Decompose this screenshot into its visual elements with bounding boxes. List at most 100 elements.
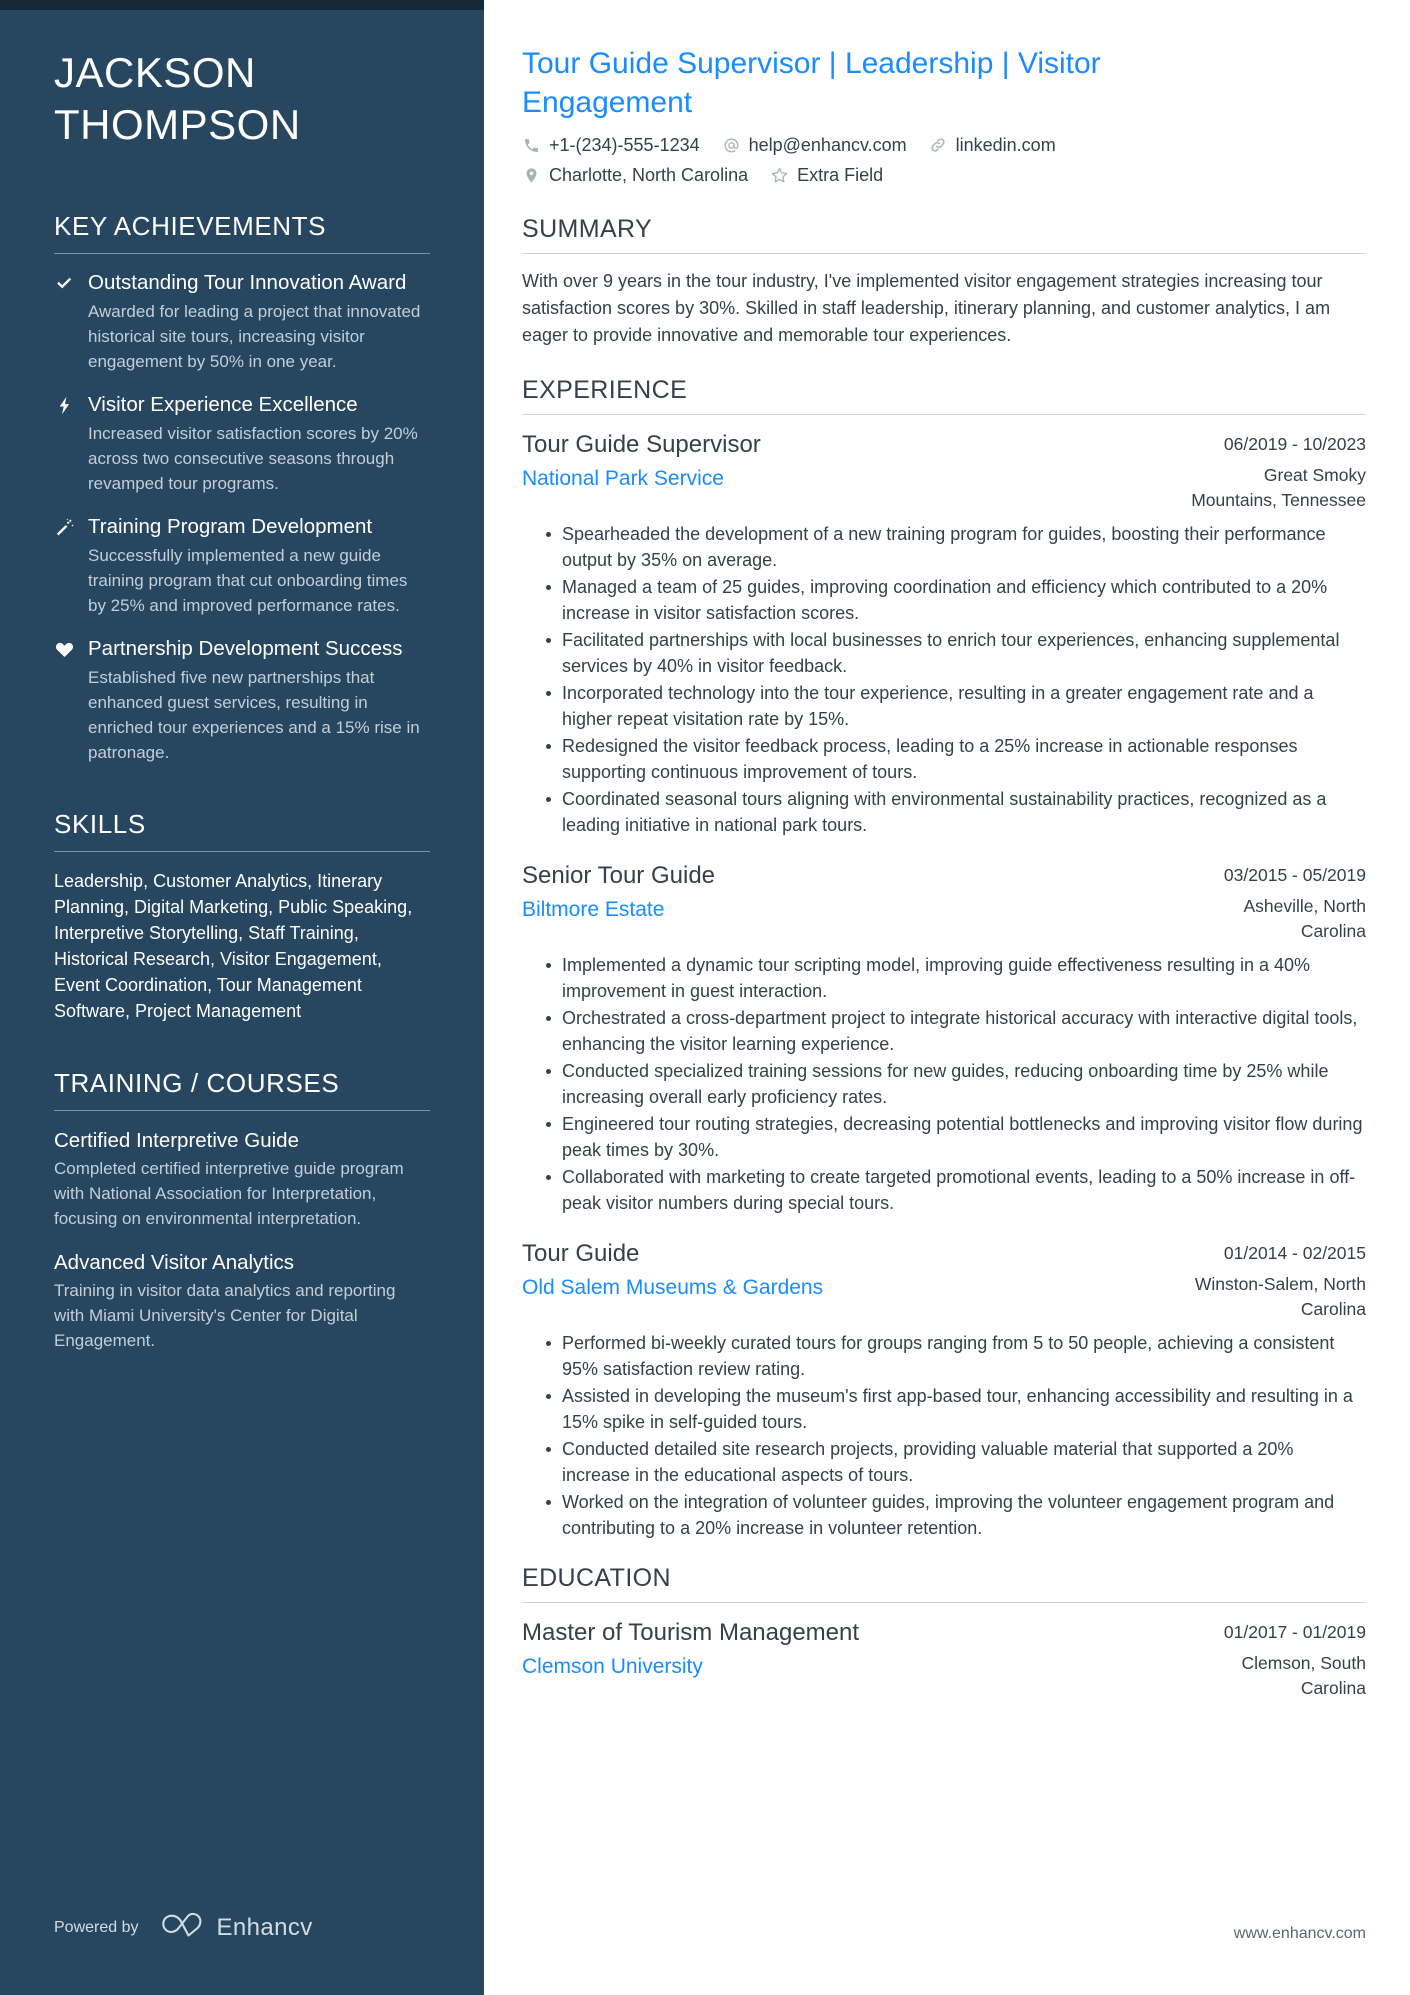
contact-info: +1-(234)-555-1234 help@enhancv.com linke…: [522, 132, 1162, 188]
experience-organization[interactable]: Biltmore Estate: [522, 894, 1159, 925]
summary-text: With over 9 years in the tour industry, …: [522, 271, 1331, 345]
check-icon: [54, 270, 88, 294]
contact-linkedin-value: linkedin.com: [955, 135, 1056, 155]
education-institution[interactable]: Clemson University: [522, 1651, 1159, 1682]
achievement-description: Established five new partnerships that e…: [88, 668, 420, 762]
experience-bullets: Spearheaded the development of a new tra…: [522, 521, 1366, 838]
experience-entry: Tour Guide Supervisor National Park Serv…: [522, 429, 1366, 838]
bullet-item: Conducted detailed site research project…: [546, 1436, 1366, 1488]
bullet-item: Engineered tour routing strategies, decr…: [546, 1111, 1366, 1163]
experience-location: Asheville, North Carolina: [1243, 896, 1366, 941]
bullet-item: Orchestrated a cross-department project …: [546, 1005, 1366, 1057]
bullet-item: Managed a team of 25 guides, improving c…: [546, 574, 1366, 626]
course-title: Advanced Visitor Analytics: [54, 1251, 295, 1274]
contact-location-value: Charlotte, North Carolina: [549, 165, 749, 185]
course-title: Certified Interpretive Guide: [54, 1129, 299, 1152]
experience-organization[interactable]: Old Salem Museums & Gardens: [522, 1272, 1159, 1303]
education-dates: 01/2017 - 01/2019: [1223, 1622, 1366, 1642]
contact-phone-value: +1-(234)-555-1234: [549, 135, 700, 155]
course-item: Advanced Visitor Analytics Training in v…: [54, 1249, 430, 1353]
experience-location: Winston-Salem, North Carolina: [1194, 1274, 1366, 1319]
experience-dates: 01/2014 - 02/2015: [1223, 1243, 1366, 1263]
education-location: Clemson, South Carolina: [1241, 1653, 1366, 1698]
achievement-title: Training Program Development: [88, 515, 373, 538]
phone-icon: [522, 136, 541, 155]
achievement-item: Training Program Development Successfull…: [54, 514, 430, 618]
experience-role: Senior Tour Guide: [522, 862, 716, 889]
skills-heading: SKILLS: [54, 809, 146, 839]
experience-heading: EXPERIENCE: [522, 376, 688, 404]
resume-page: JACKSON THOMPSON KEY ACHIEVEMENTS Outsta…: [0, 0, 1410, 1995]
star-icon: [770, 166, 789, 185]
key-achievements-heading: KEY ACHIEVEMENTS: [54, 211, 327, 241]
skills-section: SKILLS Leadership, Customer Analytics, I…: [54, 809, 430, 1024]
bullet-item: Facilitated partnerships with local busi…: [546, 627, 1366, 679]
contact-extra-field-value: Extra Field: [797, 165, 884, 185]
contact-phone[interactable]: +1-(234)-555-1234: [522, 132, 700, 158]
at-email-icon: [722, 136, 741, 155]
skills-list: Leadership, Customer Analytics, Itinerar…: [54, 871, 413, 1021]
achievement-title: Visitor Experience Excellence: [88, 393, 358, 416]
contact-extra-field: Extra Field: [770, 162, 883, 188]
last-name: THOMPSON: [54, 101, 301, 148]
bullet-item: Worked on the integration of volunteer g…: [546, 1489, 1366, 1541]
contact-row-1: +1-(234)-555-1234 help@enhancv.com linke…: [522, 132, 1162, 158]
course-description: Training in visitor data analytics and r…: [54, 1281, 396, 1350]
experience-section: EXPERIENCE Tour Guide Supervisor Nationa…: [522, 375, 1366, 1541]
key-achievements-section: KEY ACHIEVEMENTS Outstanding Tour Innova…: [54, 211, 430, 765]
experience-dates: 03/2015 - 05/2019: [1223, 865, 1366, 885]
education-entry: Master of Tourism Management Clemson Uni…: [522, 1617, 1366, 1701]
heart-icon: [54, 636, 88, 660]
enhancv-logo: Enhancv: [155, 1912, 313, 1943]
achievement-title: Partnership Development Success: [88, 637, 403, 660]
bullet-item: Implemented a dynamic tour scripting mod…: [546, 952, 1366, 1004]
experience-entry: Senior Tour Guide Biltmore Estate 03/201…: [522, 860, 1366, 1216]
achievement-item: Outstanding Tour Innovation Award Awarde…: [54, 270, 430, 374]
summary-heading: SUMMARY: [522, 215, 653, 243]
training-courses-section: TRAINING / COURSES Certified Interpretiv…: [54, 1068, 430, 1353]
bullet-item: Assisted in developing the museum's firs…: [546, 1383, 1366, 1435]
achievement-item: Visitor Experience Excellence Increased …: [54, 392, 430, 496]
contact-linkedin[interactable]: linkedin.com: [929, 132, 1056, 158]
summary-section: SUMMARY With over 9 years in the tour in…: [522, 214, 1366, 349]
achievement-description: Increased visitor satisfaction scores by…: [88, 424, 418, 493]
bullet-item: Performed bi-weekly curated tours for gr…: [546, 1330, 1366, 1382]
contact-location: Charlotte, North Carolina: [522, 162, 748, 188]
powered-by-label: Powered by: [54, 1918, 139, 1936]
contact-email-value: help@enhancv.com: [748, 135, 907, 155]
education-degree: Master of Tourism Management: [522, 1619, 860, 1646]
experience-entry: Tour Guide Old Salem Museums & Gardens 0…: [522, 1238, 1366, 1541]
section-divider: [54, 851, 430, 852]
sidebar: JACKSON THOMPSON KEY ACHIEVEMENTS Outsta…: [0, 0, 484, 1995]
contact-email[interactable]: help@enhancv.com: [722, 132, 907, 158]
first-name: JACKSON: [54, 49, 256, 96]
location-pin-icon: [522, 166, 541, 185]
bullet-item: Incorporated technology into the tour ex…: [546, 680, 1366, 732]
candidate-name: JACKSON THOMPSON: [54, 0, 430, 151]
experience-organization[interactable]: National Park Service: [522, 463, 1159, 494]
enhancv-mark-icon: [155, 1912, 207, 1943]
bullet-item: Conducted specialized training sessions …: [546, 1058, 1366, 1110]
sidebar-top-accent-bar: [0, 0, 484, 10]
achievement-title: Outstanding Tour Innovation Award: [88, 271, 407, 294]
main-content: Tour Guide Supervisor | Leadership | Vis…: [484, 0, 1410, 1995]
bullet-item: Coordinated seasonal tours aligning with…: [546, 786, 1366, 838]
education-section: EDUCATION Master of Tourism Management C…: [522, 1563, 1366, 1701]
lightning-bolt-icon: [54, 392, 88, 416]
experience-role: Tour Guide: [522, 1240, 640, 1267]
section-divider: [522, 253, 1366, 254]
experience-location: Great Smoky Mountains, Tennessee: [1191, 465, 1366, 510]
training-courses-heading: TRAINING / COURSES: [54, 1068, 340, 1098]
powered-by-enhancv: Powered by Enhancv: [54, 1912, 313, 1943]
bullet-item: Collaborated with marketing to create ta…: [546, 1164, 1366, 1216]
enhancv-wordmark: Enhancv: [216, 1913, 313, 1941]
experience-bullets: Implemented a dynamic tour scripting mod…: [522, 952, 1366, 1216]
link-icon: [929, 136, 948, 155]
magic-wand-icon: [54, 514, 88, 538]
course-description: Completed certified interpretive guide p…: [54, 1159, 404, 1228]
achievement-description: Successfully implemented a new guide tra…: [88, 546, 408, 615]
experience-role: Tour Guide Supervisor: [522, 431, 761, 458]
bullet-item: Spearheaded the development of a new tra…: [546, 521, 1366, 573]
education-heading: EDUCATION: [522, 1564, 671, 1592]
achievement-item: Partnership Development Success Establis…: [54, 636, 430, 765]
